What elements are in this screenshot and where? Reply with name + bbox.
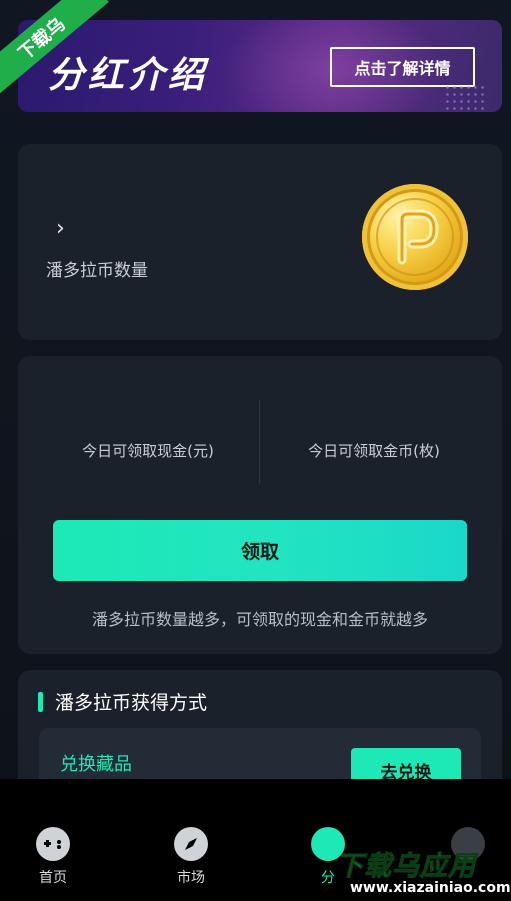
tab-market-label: 市场 [177,870,205,886]
dividend-banner[interactable]: 分红介绍 点击了解详情 [18,20,502,112]
coin-balance-label: 潘多拉币数量 [46,261,148,281]
gold-coin-icon [362,184,468,290]
watermark-brand-text: 下载乌应用 [336,851,476,883]
tab-market[interactable]: 市场 [151,827,231,887]
section-accent-bar [38,692,43,712]
watermark-url: www.xiazainiao.com [350,880,511,896]
tab-home[interactable]: 首页 [13,827,93,887]
banner-dots-decoration [444,84,488,110]
daily-claim-card: 今日可领取现金(元) 今日可领取金币(枚) 领取 潘多拉币数量越多，可领取的现金… [18,356,502,654]
tab-home-label: 首页 [39,870,67,886]
claim-button[interactable]: 领取 [53,520,467,581]
gold-claimable-label: 今日可领取金币(枚) [308,442,440,460]
banner-title: 分红介绍 [48,55,209,96]
brand-watermark: 下载乌应用 www.xiazainiao.com [330,840,511,900]
compass-icon [174,827,208,861]
coin-balance-card[interactable]: › 潘多拉币数量 [18,144,502,340]
cash-claimable-label: 今日可领取现金(元) [82,442,214,460]
learn-more-button[interactable]: 点击了解详情 [330,47,475,87]
chevron-right-icon[interactable]: › [56,216,65,241]
claim-note: 潘多拉币数量越多，可领取的现金和金币就越多 [91,610,428,629]
gamepad-icon [36,827,70,861]
earn-methods-title: 潘多拉币获得方式 [55,692,208,714]
exchange-collectibles-label: 兑换藏品 [60,754,132,775]
coin-p-logo [376,198,454,276]
page-root: 下载乌 分红介绍 点击了解详情 › 潘多拉币数量 今日可领取现金(元) 今日可领… [0,0,511,901]
stat-divider [259,400,260,484]
